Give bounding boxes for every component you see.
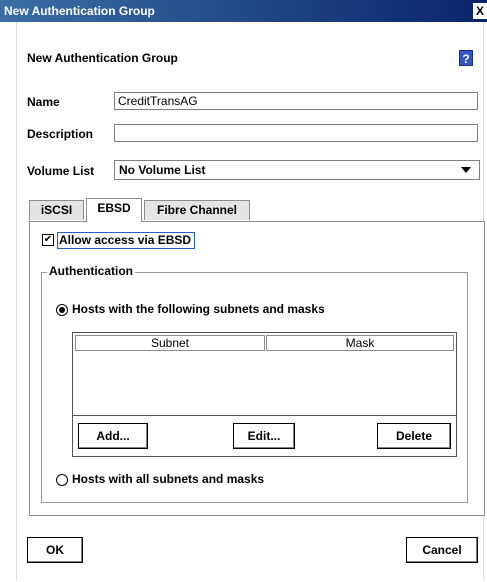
ok-button[interactable]: OK — [27, 537, 83, 563]
column-header-mask[interactable]: Mask — [266, 335, 454, 351]
add-button[interactable]: Add... — [78, 423, 148, 449]
name-field[interactable]: CreditTransAG — [114, 92, 478, 110]
description-field[interactable] — [114, 124, 478, 142]
radio-selected-dot — [59, 307, 65, 313]
delete-button[interactable]: Delete — [377, 423, 451, 449]
tab-iscsi[interactable]: iSCSI — [29, 200, 84, 220]
column-header-subnet[interactable]: Subnet — [75, 335, 265, 351]
title-bar[interactable]: New Authentication Group X — [0, 0, 487, 22]
dropdown-arrow-icon[interactable] — [461, 167, 471, 173]
radio-subnets[interactable] — [56, 304, 68, 316]
window-title: New Authentication Group — [4, 4, 155, 18]
description-label: Description — [27, 127, 94, 141]
authentication-legend: Authentication — [47, 264, 135, 278]
name-label: Name — [27, 95, 60, 109]
volume-list-select[interactable]: No Volume List — [114, 160, 480, 180]
allow-access-checkbox[interactable]: ✔ — [42, 234, 54, 246]
allow-access-label[interactable]: Allow access via EBSD — [57, 232, 196, 249]
dialog-heading: New Authentication Group — [27, 51, 178, 65]
radio-all-subnets-label[interactable]: Hosts with all subnets and masks — [72, 472, 264, 486]
volume-list-value: No Volume List — [119, 163, 206, 177]
tab-ebsd[interactable]: EBSD — [86, 198, 142, 222]
close-icon[interactable]: X — [473, 3, 487, 19]
radio-subnets-label[interactable]: Hosts with the following subnets and mas… — [72, 302, 325, 316]
tab-fibre-channel[interactable]: Fibre Channel — [144, 200, 250, 220]
radio-all-subnets[interactable] — [56, 474, 68, 486]
volume-list-label: Volume List — [27, 164, 95, 178]
edit-button[interactable]: Edit... — [233, 423, 295, 449]
help-icon[interactable]: ? — [459, 50, 473, 66]
cancel-button[interactable]: Cancel — [406, 537, 478, 563]
